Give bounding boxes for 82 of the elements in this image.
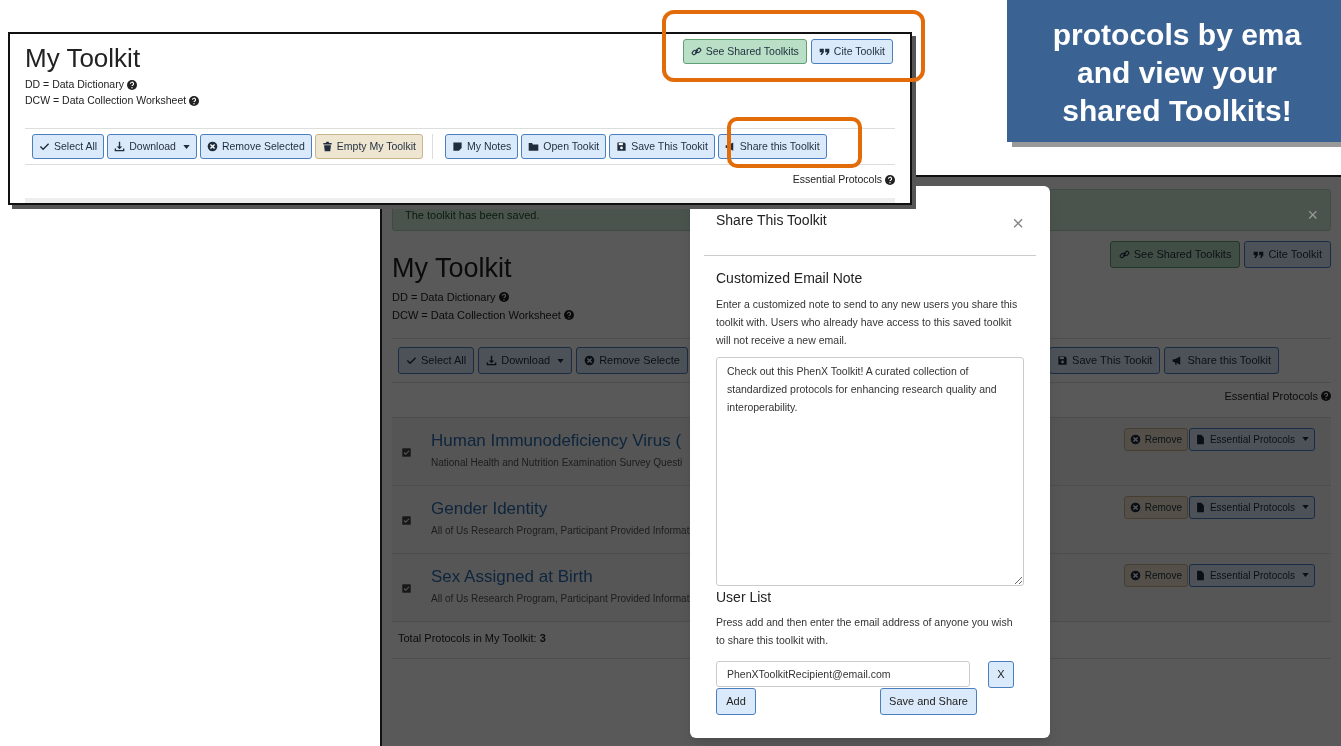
section-heading: User List (716, 588, 773, 607)
callout-text: shared Toolkits! (1062, 93, 1292, 129)
legend-text: DCW = Data Collection Worksheet (392, 307, 561, 323)
legend-text: DD = Data Dictionary (392, 289, 496, 305)
toolbar-button[interactable]: Remove Selecte (576, 347, 688, 374)
toolbar-button[interactable]: Cite Toolkit (810, 39, 893, 64)
toolbar-button[interactable]: See Shared Toolkits (682, 39, 807, 64)
remove-email-button[interactable]: X (988, 661, 1014, 688)
save-button[interactable]: Save and Share (880, 688, 977, 715)
legend-text: Essential Protocols (792, 172, 882, 187)
legend-text: DCW = Data Collection Worksheet (25, 93, 187, 109)
toolbar-button[interactable]: Save This Tookit (1049, 347, 1161, 374)
toolbar-button[interactable]: Select All (398, 347, 475, 374)
dropdown-button[interactable]: Essential Protocols (1188, 563, 1315, 587)
caret-icon (557, 358, 565, 363)
caret-icon (1302, 505, 1309, 509)
caret-icon (182, 144, 190, 149)
callout-text: protocols by ema (1052, 17, 1302, 53)
download-icon (486, 355, 498, 366)
legend-text: Essential Protocols (1224, 389, 1318, 404)
caret-icon (1302, 573, 1309, 577)
remove-button[interactable]: Remove (1123, 495, 1188, 519)
toolbar-button[interactable]: Remove Selected (199, 134, 312, 159)
help-icon[interactable] (885, 174, 895, 185)
close-button[interactable]: × (1307, 206, 1318, 224)
remove-icon (584, 355, 596, 366)
remove-button[interactable]: Remove (1123, 427, 1188, 451)
help-text: Enter a customized note to send to any new users you share this toolkit with. Users who already have access to this saved toolkit will not receive a new email. (716, 297, 1019, 348)
link-icon (1118, 249, 1130, 260)
megaphone-icon (724, 141, 736, 152)
dialog-title: Share This Toolkit (716, 211, 827, 230)
note-icon (451, 141, 463, 152)
note-field[interactable]: Check out this PhenX Toolkit! A curated collection of standardized protocols for enhancing research quality and interoperability. (716, 357, 1024, 586)
file-icon (1194, 433, 1206, 445)
check-icon (39, 141, 50, 152)
check-icon (406, 355, 417, 366)
protocol-link[interactable]: Sex Assigned at Birth (431, 563, 690, 589)
remove-icon (1129, 433, 1141, 445)
close-button[interactable]: × (1012, 212, 1024, 233)
toolbar-button[interactable]: Cite Toolkit (1244, 241, 1331, 268)
checkbox[interactable] (402, 583, 411, 593)
link-icon (690, 46, 702, 57)
toolbar-button[interactable]: Select All (32, 134, 105, 159)
protocol-link[interactable]: Human Immunodeficiency Virus ( (431, 427, 683, 453)
dropdown-button[interactable]: Essential Protocols (1188, 495, 1315, 519)
toolbar-button[interactable]: Open Tookit (521, 134, 607, 159)
add-button[interactable]: Add (716, 688, 756, 715)
checkbox[interactable] (402, 515, 411, 525)
dropdown-button[interactable]: Essential Protocols (1188, 427, 1315, 451)
legend-text: DD = Data Dictionary (25, 77, 124, 93)
page-title: My Toolkit (25, 45, 142, 71)
file-icon (1194, 569, 1206, 581)
checkbox[interactable] (402, 447, 411, 457)
toolbar-button[interactable]: Download (478, 347, 573, 374)
email-field[interactable]: PhenXToolkitRecipient@email.com (716, 661, 970, 687)
caret-icon (1302, 437, 1309, 441)
save-icon (616, 141, 628, 152)
toolbar-button[interactable]: Download (107, 134, 197, 159)
file-icon (1194, 501, 1206, 513)
toolbar-button[interactable]: Save This Tookit (609, 134, 715, 159)
remove-icon (1129, 501, 1141, 513)
download-icon (114, 141, 126, 152)
toolbar-button[interactable]: See Shared Toolkits (1109, 241, 1241, 268)
help-icon[interactable] (126, 80, 137, 90)
toolbar-button[interactable]: My Notes (444, 134, 519, 159)
help-icon[interactable] (189, 96, 200, 106)
toolbar-button[interactable]: Share this Toolkit (1164, 347, 1279, 374)
quote-icon (1253, 249, 1265, 260)
save-icon (1057, 355, 1069, 366)
remove-icon (1129, 569, 1141, 581)
remove-icon (206, 141, 218, 152)
page-title: My Toolkit (392, 255, 513, 282)
alert-message: The toolkit has been saved. (405, 207, 540, 223)
toolbar-button[interactable]: Empty My Toolkit (314, 134, 423, 159)
toolbar-button[interactable]: Share this Toolkit (717, 134, 827, 159)
protocol-link[interactable]: Gender Identity (431, 495, 690, 521)
section-heading: Customized Email Note (716, 269, 864, 288)
folder-icon (528, 141, 540, 152)
trash-icon (321, 141, 333, 152)
callout-text: and view your (1076, 55, 1278, 91)
quote-icon (818, 46, 830, 57)
remove-button[interactable]: Remove (1123, 563, 1188, 587)
